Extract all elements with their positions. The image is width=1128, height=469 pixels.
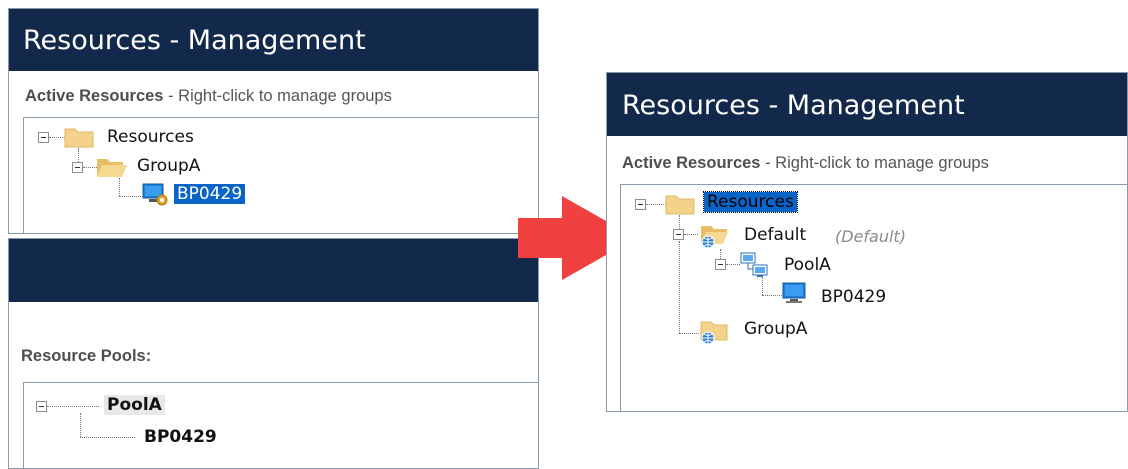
top-left-panel: Resources - Management Active Resources … [8,8,539,234]
expand-toggle[interactable] [38,132,49,143]
expand-toggle[interactable] [715,259,726,270]
bottom-left-panel: Resource Pools: PoolA BP0429 [8,238,539,469]
group-globe-icon [701,226,728,249]
window-title: Resources - Management [607,73,1127,136]
expand-toggle[interactable] [72,162,83,173]
tree-connector [679,333,699,334]
tree-connector [80,437,135,438]
tree-node-bp0429[interactable]: BP0429 [821,287,886,307]
resource-pools-label: Resource Pools: [21,347,152,365]
tree-connector [119,178,120,196]
expand-toggle[interactable] [673,229,684,240]
resource-pools-tree[interactable]: PoolA BP0429 [23,382,538,468]
window-title: Resources - Management [9,9,538,71]
folder-icon [64,128,94,148]
tree-node-bp0429[interactable]: BP0429 [174,184,246,204]
hint-text: - Right-click to manage groups [760,154,989,172]
tree-node-groupa[interactable]: GroupA [744,319,807,339]
active-resources-hint: Active Resources - Right-click to manage… [622,154,989,173]
folder-icon [665,195,695,215]
hint-bold: Active Resources [25,87,164,105]
tree-connector [679,215,680,229]
tree-connector [47,406,99,407]
tree-node-default[interactable]: Default [744,225,806,245]
tree-connector [726,264,740,265]
tree-connector [679,241,680,333]
tree-connector [762,277,763,295]
tree-connector [720,249,721,259]
tree-connector [762,295,782,296]
tree-connector [119,196,141,197]
open-folder-icon [97,159,127,177]
tree-connector [80,413,81,437]
expand-toggle[interactable] [36,401,47,412]
expand-toggle[interactable] [635,199,646,210]
pool-icon [740,252,768,277]
tree-node-bp0429[interactable]: BP0429 [144,427,217,447]
group-globe-icon [700,321,728,345]
tree-node-groupa[interactable]: GroupA [137,156,200,176]
tree-connector [78,148,79,162]
tree-connector [83,167,97,168]
window-titlebar [9,239,538,302]
computer-icon [782,282,806,303]
right-panel: Resources - Management Active Resources … [606,72,1128,412]
resources-tree[interactable]: Resources Default (Default) PoolA BP0429… [620,184,1127,411]
tree-node-resources[interactable]: Resources [703,191,798,213]
tree-connector [49,137,65,138]
active-resources-hint: Active Resources - Right-click to manage… [25,87,392,106]
resources-tree[interactable]: Resources GroupA BP0429 [23,117,538,233]
tree-connector [684,234,698,235]
tree-node-poola[interactable]: PoolA [784,255,831,275]
computer-gear-icon [142,183,168,206]
hint-bold: Active Resources [622,154,761,172]
tree-node-poola[interactable]: PoolA [104,395,165,415]
default-tag: (Default) [835,227,906,246]
hint-text: - Right-click to manage groups [163,87,392,105]
tree-node-resources[interactable]: Resources [107,127,194,147]
tree-connector [646,204,666,205]
